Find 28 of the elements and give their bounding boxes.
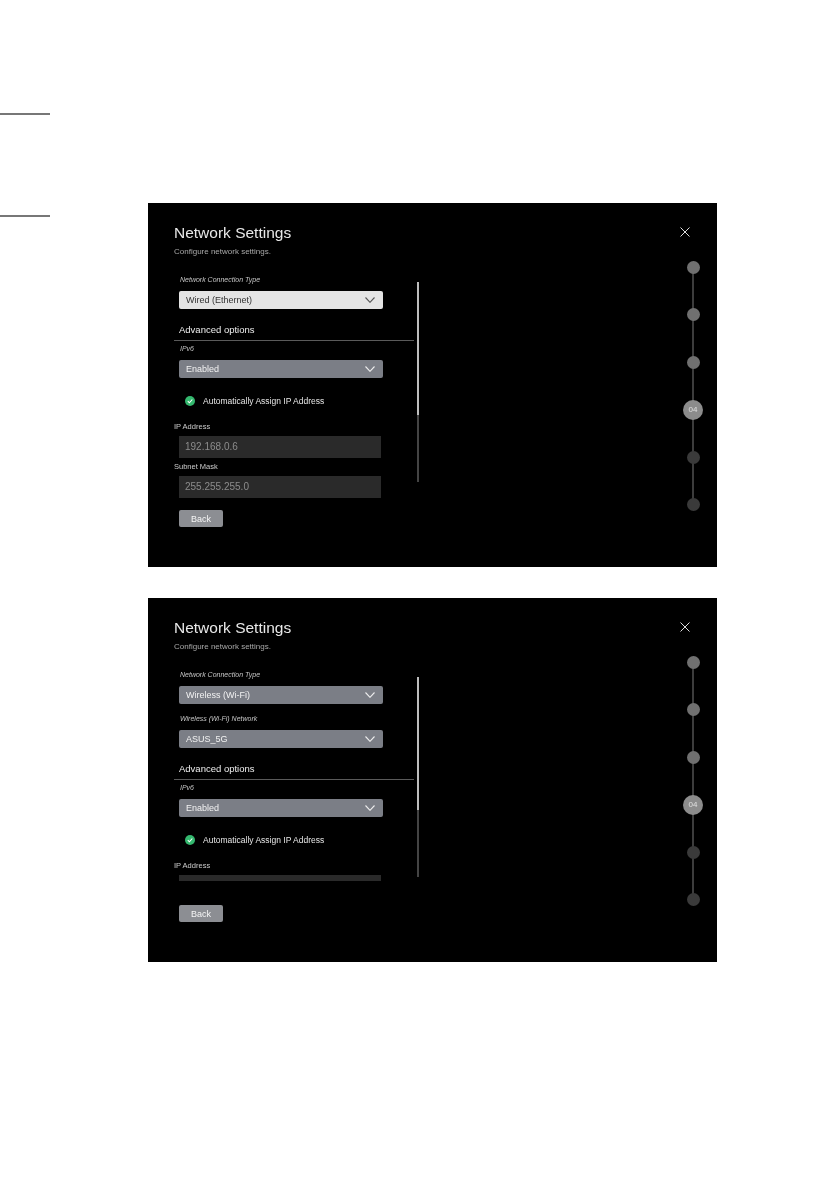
section-title: Advanced options: [179, 762, 255, 776]
chevron-down-icon: [365, 805, 375, 811]
step-number: 04: [683, 794, 703, 815]
chevron-down-icon: [365, 366, 375, 372]
back-button[interactable]: Back: [179, 510, 223, 527]
back-button[interactable]: Back: [179, 905, 223, 922]
dropdown[interactable]: Enabled: [179, 799, 383, 817]
checkbox-label: Automatically Assign IP Address: [203, 835, 325, 845]
checkbox-label: Automatically Assign IP Address: [203, 396, 325, 406]
screen-title: Network Settings: [174, 223, 292, 243]
scrollbar-thumb[interactable]: [417, 282, 419, 416]
step-number: 04: [683, 399, 703, 420]
dropdown[interactable]: Enabled: [179, 360, 383, 378]
check-circle-icon[interactable]: [185, 835, 195, 845]
screen-title: Network Settings: [174, 618, 292, 638]
screen-subtitle: Configure network settings.: [174, 641, 271, 653]
chevron-down-icon: [365, 736, 375, 742]
scrollbar-thumb[interactable]: [417, 677, 419, 811]
check-circle-icon[interactable]: [185, 396, 195, 406]
chevron-down-icon: [365, 692, 375, 698]
screen-subtitle: Configure network settings.: [174, 246, 271, 258]
dropdown[interactable]: ASUS_5G: [179, 730, 383, 748]
close-icon[interactable]: [680, 227, 690, 237]
dropdown[interactable]: Wired (Ethernet): [179, 291, 383, 309]
dropdown[interactable]: Wireless (Wi-Fi): [179, 686, 383, 704]
chevron-down-icon: [365, 297, 375, 303]
section-title: Advanced options: [179, 323, 255, 337]
close-icon[interactable]: [680, 622, 690, 632]
